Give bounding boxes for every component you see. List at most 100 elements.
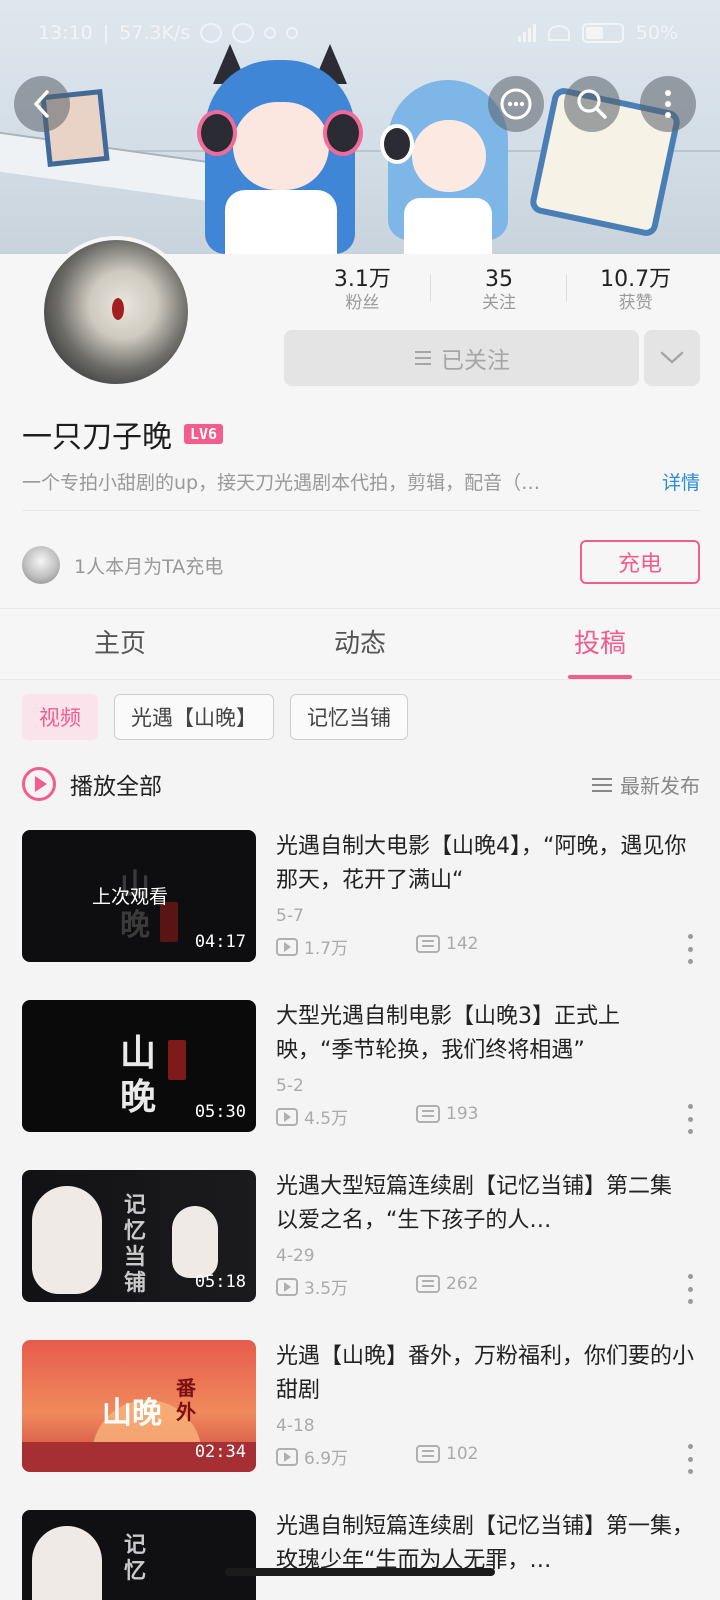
stat-value: 10.7万 bbox=[600, 267, 672, 292]
upload-filters: 视频 光遇【山晚】 记忆当铺 bbox=[22, 694, 408, 742]
video-meta: 1.7万 142 bbox=[276, 934, 696, 960]
video-more-button[interactable] bbox=[686, 1274, 694, 1304]
stat-label: 获赞 bbox=[618, 293, 653, 313]
follow-dropdown-button[interactable] bbox=[644, 330, 700, 386]
danmaku-count: 262 bbox=[446, 1274, 479, 1294]
thumbnail-seal bbox=[168, 1040, 186, 1080]
battery-icon bbox=[581, 23, 624, 43]
character-shirt bbox=[225, 190, 337, 254]
cellular-signal-icon bbox=[517, 24, 536, 42]
video-title[interactable]: 光遇大型短篇连续剧【记忆当铺】第二集 以爱之名，“生下孩子的人… bbox=[276, 1170, 696, 1238]
video-views: 3.5万 bbox=[276, 1274, 348, 1299]
danmaku-count: 193 bbox=[446, 1104, 479, 1124]
video-title[interactable]: 大型光遇自制电影【山晚3】正式上映，“季节轮换，我们终将相遇” bbox=[276, 1000, 696, 1068]
back-button[interactable] bbox=[14, 76, 70, 132]
danmaku-count: 142 bbox=[446, 934, 479, 954]
play-all-button[interactable]: 播放全部 bbox=[22, 764, 162, 804]
video-thumbnail[interactable]: 记忆当铺 05:18 bbox=[22, 1170, 256, 1302]
thumbnail-calligraphy: 山晚 bbox=[102, 1396, 162, 1431]
danmaku-icon bbox=[416, 1275, 440, 1293]
video-item[interactable]: 山晚 番外 02:34 光遇【山晚】番外，万粉福利，你们要的小甜剧 4-18 6… bbox=[0, 1328, 720, 1498]
bio-details-link[interactable]: 详情 bbox=[662, 468, 700, 495]
view-count: 4.5万 bbox=[304, 1109, 349, 1129]
video-date: 5-2 bbox=[276, 1076, 304, 1096]
avatar[interactable] bbox=[40, 236, 192, 388]
danmaku-icon bbox=[416, 1445, 440, 1463]
charge-count-text[interactable]: 1人本月为TA充电 bbox=[74, 552, 223, 579]
view-count: 1.7万 bbox=[304, 939, 349, 959]
view-count: 3.5万 bbox=[304, 1279, 349, 1299]
status-bar: 13:10 | 57.3K/s 50% bbox=[0, 18, 720, 50]
thumbnail-calligraphy: 记忆 bbox=[124, 1532, 147, 1584]
video-more-button[interactable] bbox=[686, 1104, 694, 1134]
charge-row: 1人本月为TA充电 充电 bbox=[22, 540, 700, 588]
stat-value: 35 bbox=[485, 267, 513, 292]
tab-uploads[interactable]: 投稿 bbox=[480, 609, 720, 679]
video-item[interactable]: 山 晚 05:30 大型光遇自制电影【山晚3】正式上映，“季节轮换，我们终将相遇… bbox=[0, 988, 720, 1158]
tab-home[interactable]: 主页 bbox=[0, 609, 240, 679]
play-circle-icon bbox=[22, 767, 56, 801]
avatar-eye bbox=[112, 298, 124, 320]
charge-button[interactable]: 充电 bbox=[580, 540, 700, 584]
sort-icon bbox=[592, 777, 612, 792]
stat-followers[interactable]: 3.1万 粉丝 bbox=[294, 268, 431, 314]
thumbnail-figure bbox=[172, 1206, 218, 1278]
danmaku-count: 102 bbox=[446, 1444, 479, 1464]
charger-avatar[interactable] bbox=[22, 546, 60, 584]
video-danmaku: 142 bbox=[416, 934, 478, 954]
profile-stats: 3.1万 粉丝 35 关注 10.7万 获赞 bbox=[294, 268, 704, 314]
video-duration: 04:17 bbox=[194, 932, 246, 952]
headphone-icon bbox=[323, 110, 363, 156]
level-badge: LV6 bbox=[184, 424, 224, 444]
home-indicator[interactable] bbox=[225, 1568, 495, 1576]
sort-button[interactable]: 最新发布 bbox=[592, 770, 700, 799]
video-thumbnail[interactable]: 山 晚 上次观看 04:17 bbox=[22, 830, 256, 962]
filter-videos[interactable]: 视频 bbox=[22, 694, 98, 740]
wifi-icon bbox=[547, 25, 570, 41]
alarm-icon bbox=[232, 23, 255, 43]
more-button[interactable] bbox=[640, 76, 696, 132]
mute-icon bbox=[200, 23, 223, 43]
battery-percent: 50% bbox=[635, 22, 678, 44]
stat-following[interactable]: 35 关注 bbox=[431, 268, 568, 314]
video-date: 4-18 bbox=[276, 1416, 315, 1436]
search-icon bbox=[577, 89, 607, 119]
video-duration: 05:18 bbox=[194, 1272, 246, 1292]
video-item[interactable]: 记忆当铺 05:18 光遇大型短篇连续剧【记忆当铺】第二集 以爱之名，“生下孩子… bbox=[0, 1158, 720, 1328]
video-list: 山 晚 上次观看 04:17 光遇自制大电影【山晚4】，“阿晚，遇见你那天，花开… bbox=[0, 818, 720, 1600]
video-title[interactable]: 光遇自制大电影【山晚4】，“阿晚，遇见你那天，花开了满山“ bbox=[276, 830, 696, 898]
notification-dot-icon bbox=[286, 27, 299, 39]
danmaku-icon bbox=[416, 1105, 440, 1123]
filter-series-memory-pawnshop[interactable]: 记忆当铺 bbox=[290, 694, 408, 740]
play-count-icon bbox=[276, 937, 298, 956]
video-danmaku: 262 bbox=[416, 1274, 478, 1294]
followed-button[interactable]: 已关注 bbox=[284, 330, 639, 386]
video-date: 5-7 bbox=[276, 906, 304, 926]
video-danmaku: 102 bbox=[416, 1444, 478, 1464]
notification-dot-icon bbox=[264, 27, 277, 39]
filter-series-shanwan[interactable]: 光遇【山晚】 bbox=[114, 694, 274, 740]
search-button[interactable] bbox=[564, 76, 620, 132]
video-meta: 6.9万 102 bbox=[276, 1444, 696, 1470]
stat-label: 关注 bbox=[482, 293, 516, 313]
video-item[interactable]: 山 晚 上次观看 04:17 光遇自制大电影【山晚4】，“阿晚，遇见你那天，花开… bbox=[0, 818, 720, 988]
message-icon bbox=[500, 88, 532, 120]
video-more-button[interactable] bbox=[686, 934, 694, 964]
video-duration: 02:34 bbox=[194, 1442, 246, 1462]
video-title[interactable]: 光遇【山晚】番外，万粉福利，你们要的小甜剧 bbox=[276, 1340, 696, 1408]
thumbnail-figure bbox=[32, 1186, 102, 1294]
stat-label: 粉丝 bbox=[345, 293, 380, 313]
status-time: 13:10 bbox=[38, 22, 93, 44]
back-arrow-icon bbox=[34, 90, 49, 118]
danmaku-icon bbox=[416, 935, 440, 953]
character-face bbox=[412, 120, 486, 192]
video-more-button[interactable] bbox=[686, 1444, 694, 1474]
tab-dynamics[interactable]: 动态 bbox=[240, 609, 480, 679]
video-meta: 4.5万 193 bbox=[276, 1104, 696, 1130]
video-item[interactable]: 记忆 光遇自制短篇连续剧【记忆当铺】第一集，玫瑰少年“生而为人无罪，… bbox=[0, 1498, 720, 1600]
video-views: 4.5万 bbox=[276, 1104, 348, 1129]
video-thumbnail[interactable]: 山晚 番外 02:34 bbox=[22, 1340, 256, 1472]
message-button[interactable] bbox=[488, 76, 544, 132]
video-thumbnail[interactable]: 记忆 bbox=[22, 1510, 256, 1600]
video-thumbnail[interactable]: 山 晚 05:30 bbox=[22, 1000, 256, 1132]
